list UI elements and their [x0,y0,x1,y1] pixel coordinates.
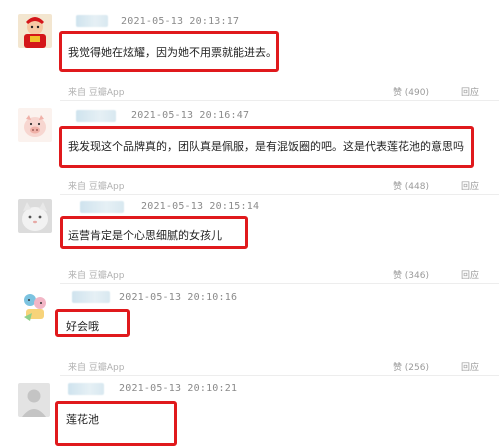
comment-content: 我发现这个品牌真的，团队真是佩服，是有混饭圈的吧。这是代表莲花池的意思吗 [68,140,464,153]
comment-meta: 来自 豆瓣App 赞 (256) 回应 [0,360,499,374]
divider [60,194,499,195]
reply-button[interactable]: 回应 [461,360,479,373]
reply-button[interactable]: 回应 [461,268,479,281]
pig-avatar-icon[interactable] [18,108,52,142]
comment-meta: 来自 豆瓣App 赞 (448) 回应 [0,179,499,193]
reply-button[interactable]: 回应 [461,85,479,98]
comment-source: 来自 豆瓣App [68,182,125,192]
comment-content: 我觉得她在炫耀，因为她不用票就能进去。 [68,46,277,59]
reply-button[interactable]: 回应 [461,179,479,192]
cat-avatar-icon[interactable] [18,199,52,233]
comment-time: 2021-05-13 20:15:14 [141,201,260,212]
comment-time: 2021-05-13 20:13:17 [121,16,240,27]
comment-time: 2021-05-13 20:10:16 [119,292,238,303]
red-mascot-avatar-icon[interactable] [18,14,52,48]
comment-source: 来自 豆瓣App [68,271,125,281]
default-user-avatar-icon[interactable] [18,383,50,417]
username-blurred[interactable] [76,15,108,27]
divider [60,375,499,376]
comment-content: 好会哦 [66,320,99,333]
like-button[interactable]: 赞 (346) [393,268,429,281]
divider [60,283,499,284]
like-button[interactable]: 赞 (490) [393,85,429,98]
comment-source: 来自 豆瓣App [68,363,125,373]
comment-content: 运营肯定是个心思细腻的女孩儿 [68,229,222,242]
comment-source: 来自 豆瓣App [68,88,125,98]
cartoon-avatar-icon[interactable] [18,289,52,323]
like-button[interactable]: 赞 (256) [393,360,429,373]
comment-item: 2021-05-13 20:13:17 我觉得她在炫耀，因为她不用票就能进去。 [0,0,499,90]
comment-content: 莲花池 [66,413,99,426]
username-blurred[interactable] [68,383,104,395]
username-blurred[interactable] [80,201,124,213]
comment-meta: 来自 豆瓣App 赞 (346) 回应 [0,268,499,282]
like-button[interactable]: 赞 (448) [393,179,429,192]
comment-meta: 来自 豆瓣App 赞 (490) 回应 [0,85,499,99]
username-blurred[interactable] [72,291,110,303]
comment-time: 2021-05-13 20:16:47 [131,110,250,121]
username-blurred[interactable] [76,110,116,122]
comment-time: 2021-05-13 20:10:21 [119,383,238,394]
divider [60,100,499,101]
